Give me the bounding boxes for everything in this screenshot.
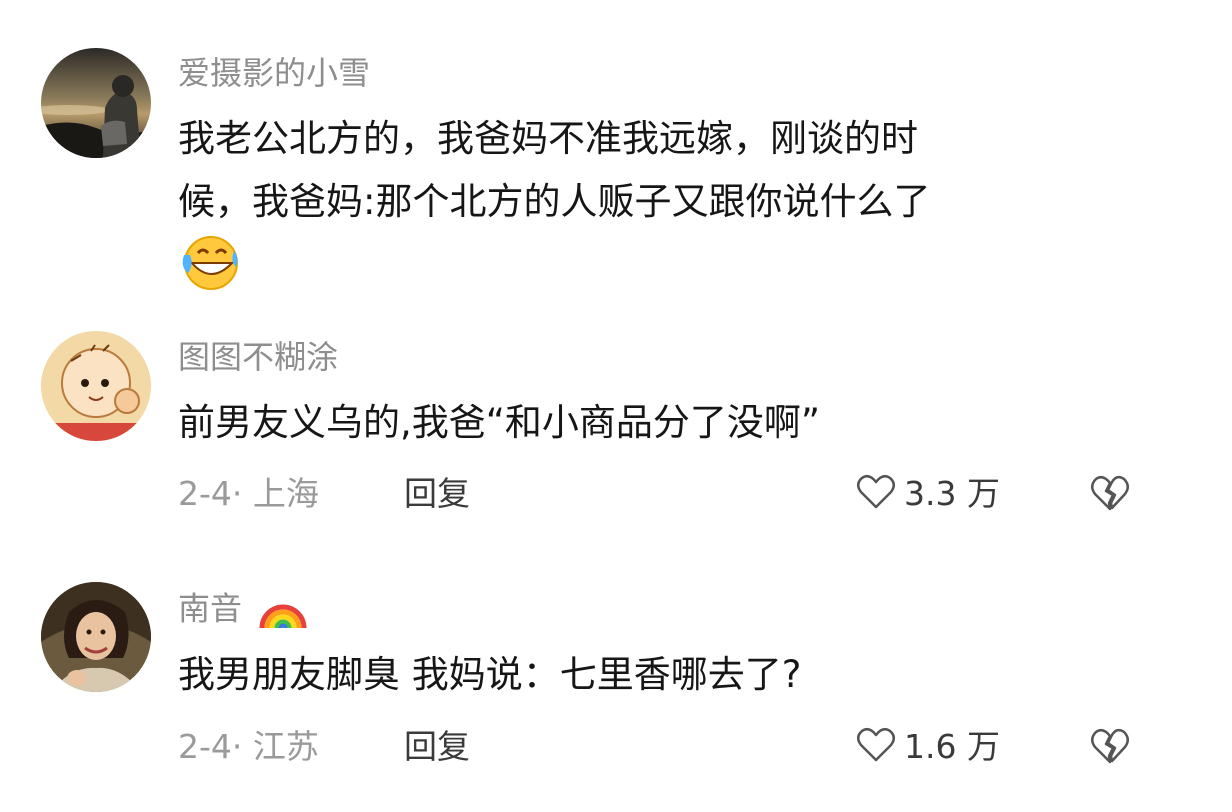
broken-heart-icon: [1090, 728, 1130, 769]
username-text: 南音: [178, 589, 243, 628]
heart-icon: [856, 474, 904, 514]
laughing-crying-emoji: [178, 233, 240, 314]
comment-text: 我老公北方的，我爸妈不准我远嫁，刚谈的时 候，我爸妈:那个北方的人贩子又跟你说什…: [178, 107, 1138, 296]
like-button[interactable]: 3.3 万: [856, 472, 1000, 516]
username[interactable]: 南音: [178, 588, 308, 633]
comment-text-line: 候，我爸妈:那个北方的人贩子又跟你说什么了: [178, 180, 931, 223]
heart-icon: [856, 727, 904, 767]
reply-button[interactable]: 回复: [404, 472, 470, 516]
avatar[interactable]: [41, 331, 151, 441]
comment-date-location: 2-4· 上海: [178, 474, 319, 513]
rainbow-emoji: [258, 588, 308, 633]
dislike-button[interactable]: [1090, 474, 1130, 512]
avatar[interactable]: [41, 48, 151, 158]
reply-button[interactable]: 回复: [404, 725, 470, 769]
comment-meta: 2-4· 上海 回复 3.3 万: [178, 472, 1138, 516]
emoji-row: [178, 233, 1138, 296]
like-count: 1.6 万: [904, 727, 1000, 766]
like-button[interactable]: 1.6 万: [856, 725, 1000, 769]
username[interactable]: 图图不糊涂: [178, 337, 338, 377]
broken-heart-icon: [1090, 475, 1130, 516]
comment-text: 前男友义乌的,我爸“和小商品分了没啊”: [178, 401, 821, 444]
comment-text-line: 我老公北方的，我爸妈不准我远嫁，刚谈的时: [178, 117, 918, 160]
comment-meta: 2-4· 江苏 回复 1.6 万: [178, 725, 1138, 769]
username[interactable]: 爱摄影的小雪: [178, 53, 370, 93]
dislike-button[interactable]: [1090, 727, 1130, 765]
comment-date-location: 2-4· 江苏: [178, 727, 319, 766]
comment-text: 我男朋友脚臭 我妈说：七里香哪去了?: [178, 653, 802, 696]
avatar[interactable]: [41, 582, 151, 692]
like-count: 3.3 万: [904, 474, 1000, 513]
